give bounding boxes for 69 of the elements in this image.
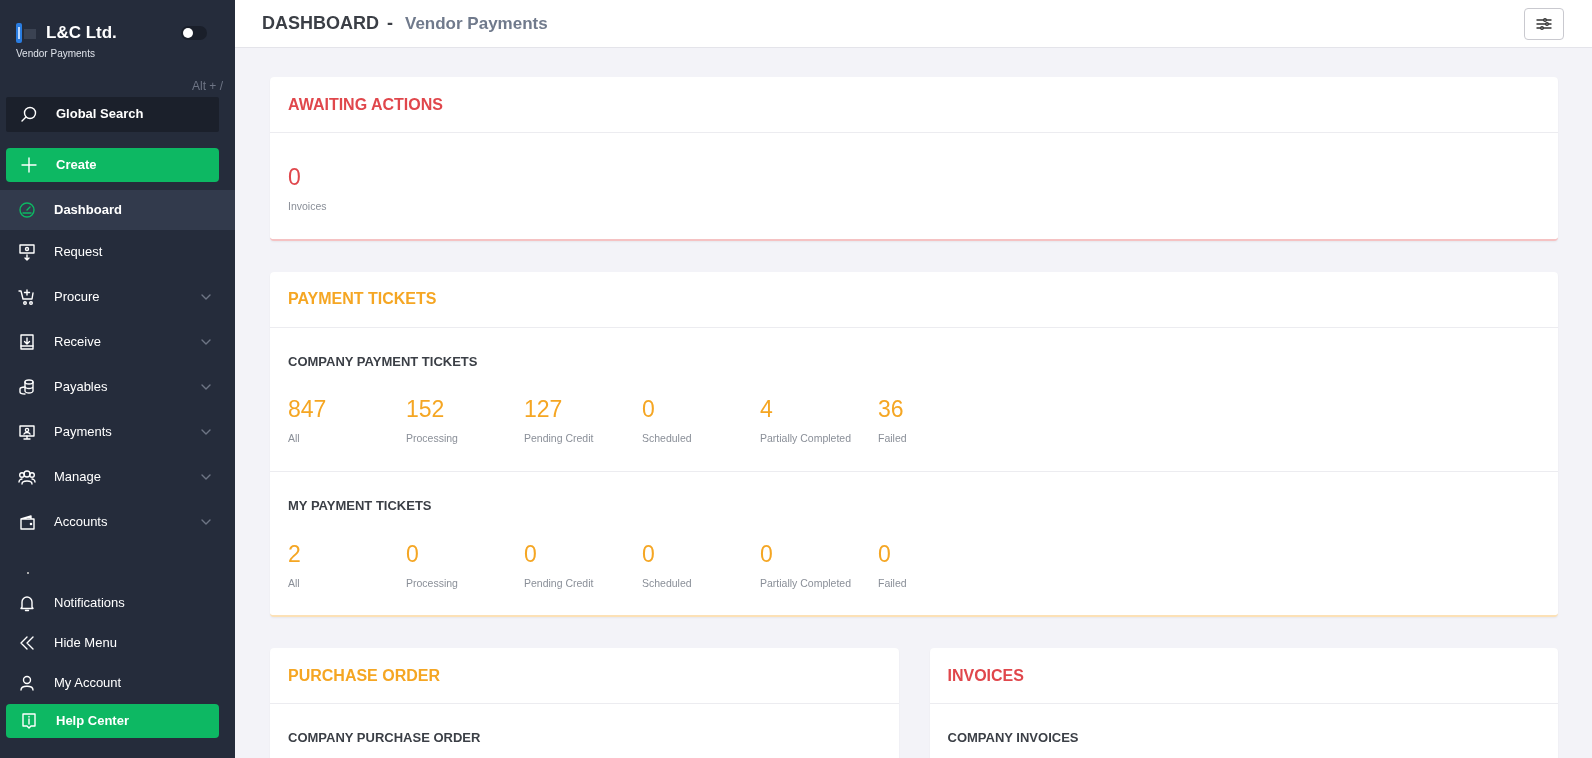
stat-value: 127	[524, 395, 564, 424]
monitor-download-icon	[18, 243, 36, 261]
stat-value: 4	[760, 395, 774, 424]
shortcut-hint: Alt + /	[191, 77, 224, 95]
settings-button[interactable]	[1524, 7, 1564, 40]
nav-item[interactable]: My Account	[0, 662, 235, 703]
monitor-user-icon	[18, 423, 36, 441]
user-icon	[18, 673, 36, 692]
global-search-button[interactable]: Global Search	[6, 96, 219, 132]
settings-icon	[1536, 16, 1552, 31]
bell-icon	[18, 593, 36, 612]
nav-item[interactable]: Procure	[0, 274, 235, 320]
stat-value: 36	[878, 395, 905, 424]
tray-download-icon	[18, 333, 36, 351]
stat-label: Failed	[878, 431, 908, 447]
nav-item[interactable]: Payments	[0, 409, 235, 455]
section-heading: COMPANY PAYMENT TICKETS	[288, 352, 479, 371]
wallet-icon	[18, 513, 36, 531]
info-icon	[20, 711, 38, 730]
stat-label: Partially Completed	[760, 431, 853, 447]
cart-icon	[18, 288, 36, 306]
stat-value: 0	[642, 395, 656, 424]
nav-item[interactable]: Manage	[0, 454, 235, 500]
users-icon	[18, 468, 36, 486]
stat-label: Invoices	[288, 199, 328, 214]
section-heading: COMPANY INVOICES	[947, 729, 1080, 748]
title-separator: -	[387, 12, 393, 35]
coins-icon	[18, 378, 36, 396]
stat-value: 847	[288, 395, 328, 424]
card-title: INVOICES	[929, 648, 1558, 705]
theme-toggle[interactable]	[181, 26, 207, 40]
stat-label: Scheduled	[642, 575, 693, 591]
page-title: DASHBOARD	[262, 12, 379, 35]
stat-label: Failed	[878, 575, 908, 591]
stat-label: Processing	[406, 431, 459, 447]
logo-icon	[16, 22, 38, 43]
stat-value: 0	[642, 539, 656, 568]
stat-value: 2	[288, 539, 302, 568]
nav-item[interactable]: Receive	[0, 319, 235, 365]
nav-item[interactable]: Request	[0, 229, 235, 275]
stat-value: 0	[760, 539, 774, 568]
stat-label: All	[288, 431, 301, 447]
nav-item[interactable]: Dashboard	[0, 189, 235, 230]
stat-label: Partially Completed	[760, 575, 853, 591]
stat-value: 152	[406, 395, 446, 424]
nav-item[interactable]: Payables	[0, 364, 235, 410]
page-subtitle: Vendor Payments	[405, 12, 548, 35]
nav-item[interactable]: Accounts	[0, 499, 235, 545]
stat-label: Processing	[406, 575, 459, 591]
stat-label: Scheduled	[642, 431, 693, 447]
card-title: PAYMENT TICKETS	[270, 271, 1558, 328]
card-title: PURCHASE ORDER	[270, 648, 899, 705]
stat-label: All	[288, 575, 301, 591]
gauge-icon	[18, 200, 36, 219]
nav-item[interactable]: Hide Menu	[0, 622, 235, 663]
search-icon	[20, 105, 38, 123]
section-heading: MY PAYMENT TICKETS	[288, 497, 433, 515]
nav-item[interactable]: Notifications	[0, 582, 235, 623]
section-heading: COMPANY PURCHASE ORDER	[288, 729, 482, 748]
stat-label: Pending Credit	[524, 575, 595, 591]
stat-label: Pending Credit	[524, 431, 595, 447]
stat-value: 0	[288, 163, 302, 191]
stat-value: 0	[406, 539, 420, 568]
brand-subtitle: Vendor Payments	[16, 46, 96, 61]
stat-value: 0	[878, 539, 892, 568]
card-title: AWAITING ACTIONS	[270, 77, 1558, 133]
brand-name: L&C Ltd.	[46, 22, 117, 44]
plus-icon	[20, 155, 38, 174]
stat-value: 0	[524, 539, 538, 568]
